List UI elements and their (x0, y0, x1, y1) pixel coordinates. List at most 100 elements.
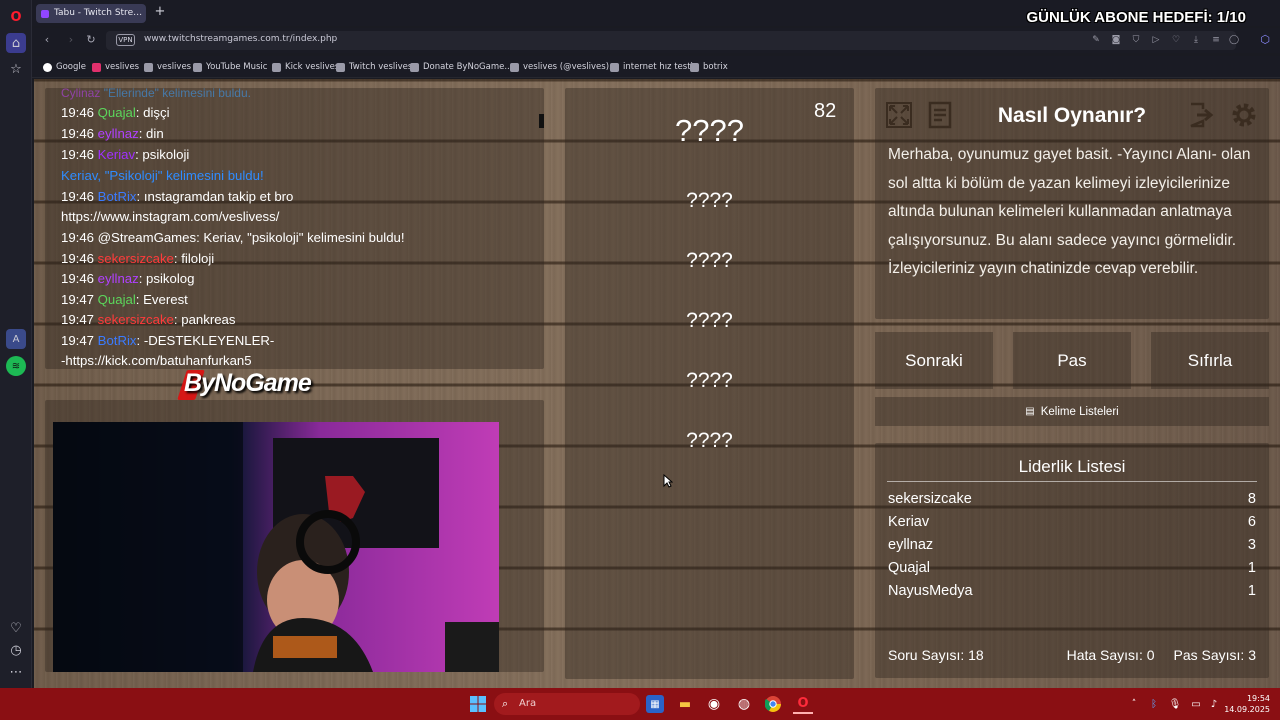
bookmark-google[interactable]: Google (43, 59, 86, 75)
spotify-icon[interactable]: ≋ (6, 356, 26, 376)
bookmark-botrix[interactable]: botrix (690, 59, 728, 75)
bookmark-speed-test[interactable]: internet hız testi (610, 59, 693, 75)
play-icon[interactable]: ▷ (1150, 34, 1162, 47)
tray-expand-icon[interactable]: ˄ (1124, 694, 1144, 714)
leaderboard-row: Keriav 6 (888, 514, 1256, 534)
bookmark-heart-icon[interactable]: ♡ (1170, 34, 1182, 47)
settings-gear-icon[interactable] (1228, 99, 1260, 131)
chat-text: : psikolog (138, 271, 195, 286)
list-icon: ▤ (1025, 406, 1035, 417)
obs-icon[interactable]: ◍ (734, 694, 754, 714)
chat-username[interactable]: eyllnaz (98, 126, 139, 141)
extension-icon[interactable]: ⬡ (1258, 33, 1272, 47)
chat-username[interactable]: Quajal (98, 292, 136, 307)
page-icon (144, 62, 153, 72)
download-icon[interactable]: ⤓ (1190, 34, 1202, 47)
chat-message: 19:47 sekersizcake: pankreas (61, 311, 236, 329)
chrome-icon[interactable] (763, 694, 783, 714)
snapshot-icon[interactable]: ✎ (1090, 34, 1102, 47)
taskbar-search[interactable]: ⌕ Ara (494, 693, 640, 715)
shield-icon[interactable]: ⛉ (1130, 34, 1142, 47)
chat-username[interactable]: eyllnaz (98, 271, 139, 286)
chat-message: 19:46 sekersizcake: filoloji (61, 250, 214, 268)
file-explorer-icon[interactable]: ▬ (675, 694, 695, 714)
subscriber-goal-overlay: GÜNLÜK ABONE HEDEFİ: 1/10 (1026, 9, 1246, 26)
more-icon[interactable]: ⋯ (6, 662, 26, 682)
word-lists-button[interactable]: ▤ Kelime Listeleri (875, 397, 1269, 426)
question-count: Soru Sayısı: 18 (888, 647, 984, 663)
microphone-icon[interactable]: 🎙 (1165, 694, 1185, 714)
clock-date: 14.09.2025 (1224, 705, 1270, 714)
pass-button[interactable]: Pas (1013, 332, 1131, 389)
chat-username[interactable]: sekersizcake (98, 312, 174, 327)
address-bar[interactable]: VPN www.twitchstreamgames.com.tr/index.p… (106, 31, 1239, 50)
logout-icon[interactable] (1186, 99, 1218, 131)
system-clock[interactable]: 19:54 14.09.2025 (1224, 693, 1270, 715)
chat-message: 19:46 eyllnaz: din (61, 125, 164, 143)
chat-timestamp: 19:47 (61, 312, 98, 327)
taboo-word: ???? (686, 249, 733, 272)
webcam-image (53, 422, 499, 672)
chat-username[interactable]: BotRix (98, 333, 137, 348)
bookmark-veslives[interactable]: veslives (144, 59, 191, 75)
clock-time: 19:54 (1246, 694, 1270, 703)
chat-text: https://www.instagram.com/veslivess/ (61, 209, 280, 224)
player-score: 3 (1247, 537, 1256, 553)
menu-icon[interactable]: ≡ (1210, 34, 1222, 47)
fullscreen-icon[interactable] (883, 99, 915, 131)
navigation-bar: ‹ › ↻ VPN www.twitchstreamgames.com.tr/i… (32, 28, 1280, 53)
chat-username[interactable]: BotRix (98, 189, 137, 204)
url-text[interactable]: www.twitchstreamgames.com.tr/index.php (144, 34, 337, 44)
app-icon[interactable]: A (6, 329, 26, 349)
widgets-icon[interactable]: ▦ (646, 695, 664, 713)
next-button[interactable]: Sonraki (875, 332, 993, 389)
chat-username[interactable]: Keriav, "Psikoloji" (61, 168, 162, 183)
new-tab-plus-icon[interactable]: + (153, 5, 167, 19)
bookmark-donate-bynogame[interactable]: Donate ByNoGame... (410, 59, 512, 75)
chat-text: kelimesini buldu! (162, 168, 264, 183)
heart-icon[interactable]: ♡ (6, 618, 26, 638)
bluetooth-icon[interactable]: ᛒ (1144, 694, 1164, 714)
bookmark-veslives-profile[interactable]: veslives (@veslives)... (510, 59, 617, 75)
pass-count: Pas Sayısı: 3 (1173, 647, 1256, 663)
vpn-badge[interactable]: VPN (116, 34, 135, 46)
reload-icon[interactable]: ↻ (84, 33, 98, 47)
chat-username[interactable]: Cylinaz (61, 88, 100, 100)
windows-start-icon[interactable] (468, 694, 488, 714)
chat-username[interactable]: @StreamGames (98, 230, 196, 245)
bookmark-twitch-veslives[interactable]: Twitch veslives (336, 59, 412, 75)
error-count: Hata Sayısı: 0 (1066, 647, 1155, 663)
opera-gx-icon[interactable]: O (793, 694, 813, 714)
chat-username[interactable]: Quajal (98, 105, 136, 120)
chat-timestamp: 19:46 (61, 126, 98, 141)
forward-icon[interactable]: › (64, 33, 78, 47)
bookmark-kick-veslives[interactable]: Kick veslives (272, 59, 339, 75)
twitch-favicon-icon (41, 10, 49, 18)
history-icon[interactable]: ◷ (6, 640, 26, 660)
steam-icon[interactable]: ◉ (704, 694, 724, 714)
chat-text: : -DESTEKLEYENLER- (136, 333, 275, 348)
display-icon[interactable]: ▭ (1186, 694, 1206, 714)
taboo-word: ???? (686, 189, 733, 212)
chat-username[interactable]: sekersizcake (98, 251, 174, 266)
chat-text: : dişçi (135, 105, 170, 120)
pinboard-icon[interactable]: ☆ (6, 59, 26, 79)
sponsor-logo-text: ByNoGame (184, 369, 312, 397)
camera-icon[interactable]: ◙ (1110, 34, 1122, 47)
taboo-word: ???? (686, 429, 733, 452)
chat-message: 19:46 BotRix: ınstagramdan takip et bro (61, 188, 293, 206)
player-name: eyllnaz (888, 537, 934, 553)
home-icon[interactable]: ⌂ (6, 33, 26, 53)
chat-username[interactable]: Keriav (98, 147, 135, 162)
back-icon[interactable]: ‹ (40, 33, 54, 47)
tab-tabu[interactable]: Tabu - Twitch Stream Games (36, 4, 146, 23)
chat-text: : psikoloji (135, 147, 190, 162)
chat-scrollbar[interactable] (539, 114, 544, 128)
reset-button[interactable]: Sıfırla (1151, 332, 1269, 389)
bookmark-youtube-music[interactable]: YouTube Music (193, 59, 267, 75)
opera-logo-icon[interactable]: O (6, 7, 26, 27)
profile-icon[interactable]: ◯ (1228, 34, 1240, 47)
volume-icon[interactable]: ♪ (1204, 694, 1224, 714)
bookmark-veslives-instagram[interactable]: veslives (92, 59, 139, 75)
chat-timestamp: 19:47 (61, 333, 98, 348)
